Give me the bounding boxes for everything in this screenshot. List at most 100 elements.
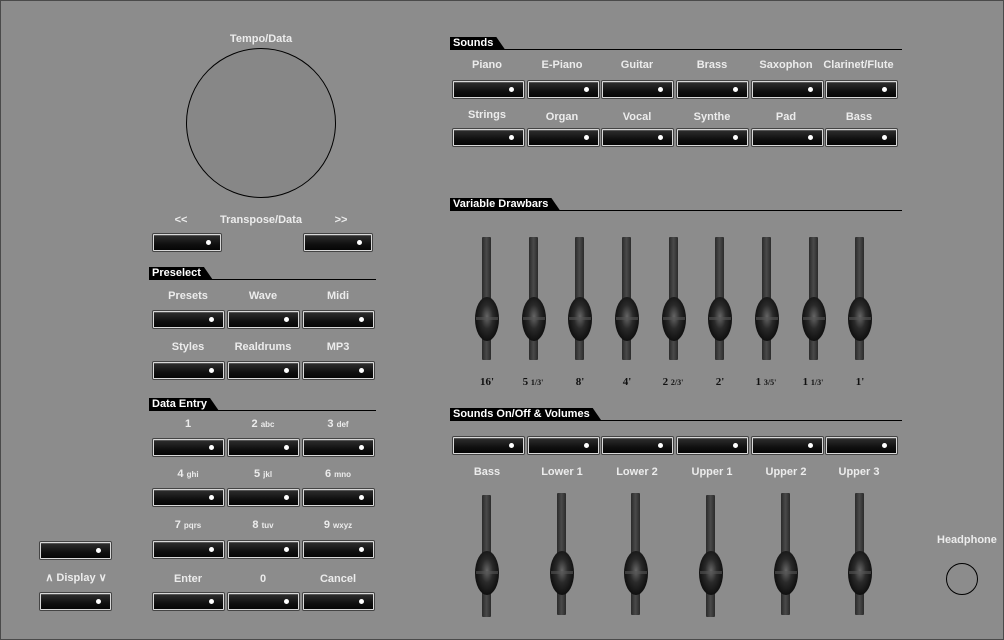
upper-1-volume-label: Upper 1	[691, 466, 733, 478]
led-indicator	[209, 445, 214, 450]
led-indicator	[733, 135, 738, 140]
drawbar-16-knob[interactable]	[475, 297, 499, 341]
piano-button[interactable]	[453, 81, 524, 98]
key-7-label: 7 pqrs	[174, 519, 202, 531]
led-indicator	[284, 599, 289, 604]
drawbar-1-1-3-knob[interactable]	[802, 297, 826, 341]
wave-label: Wave	[248, 290, 278, 302]
drawbar-4-knob[interactable]	[615, 297, 639, 341]
lower-1-on-off-button[interactable]	[528, 437, 599, 454]
led-indicator	[284, 368, 289, 373]
upper-3-volume-label: Upper 3	[838, 466, 880, 478]
upper-2-volume-label: Upper 2	[765, 466, 807, 478]
key-8-button[interactable]	[228, 541, 299, 558]
bass-volume-knob[interactable]	[475, 551, 499, 595]
drawbar-5-1-3-knob[interactable]	[522, 297, 546, 341]
enter-button[interactable]	[153, 593, 224, 610]
mp3-button[interactable]	[303, 362, 374, 379]
cancel-button[interactable]	[303, 593, 374, 610]
brass-button[interactable]	[677, 81, 748, 98]
pad-button[interactable]	[752, 129, 823, 146]
upper-1-on-off-button[interactable]	[677, 437, 748, 454]
led-indicator	[584, 135, 589, 140]
bass-sound-label: Bass	[845, 111, 873, 123]
brass-label: Brass	[696, 59, 728, 71]
led-indicator	[284, 495, 289, 500]
drawbar-2-2-3-knob[interactable]	[662, 297, 686, 341]
bass-on-off-button[interactable]	[453, 437, 524, 454]
upper-2-volume-knob[interactable]	[774, 551, 798, 595]
lower-2-on-off-button[interactable]	[602, 437, 673, 454]
led-indicator	[359, 445, 364, 450]
organ-button[interactable]	[528, 129, 599, 146]
mp3-label: MP3	[326, 341, 350, 353]
footage-4-label: 4'	[622, 376, 632, 388]
key-0-button[interactable]	[228, 593, 299, 610]
strings-label: Strings	[468, 109, 506, 121]
synthe-button[interactable]	[677, 129, 748, 146]
key-1-label: 1	[184, 418, 192, 430]
headphone-label: Headphone	[937, 534, 997, 546]
footage-1-1-3-label: 1 1/3'	[802, 376, 824, 388]
key-7-button[interactable]	[153, 541, 224, 558]
key-1-button[interactable]	[153, 439, 224, 456]
presets-label: Presets	[168, 290, 208, 302]
upper-2-on-off-button[interactable]	[752, 437, 823, 454]
transpose-next-label: >>	[334, 214, 348, 226]
lower-1-volume-knob[interactable]	[550, 551, 574, 595]
saxophon-button[interactable]	[752, 81, 823, 98]
drawbar-8-knob[interactable]	[568, 297, 592, 341]
key-2-button[interactable]	[228, 439, 299, 456]
styles-button[interactable]	[153, 362, 224, 379]
key-4-button[interactable]	[153, 489, 224, 506]
e-piano-label: E-Piano	[541, 59, 583, 71]
led-indicator	[359, 495, 364, 500]
saxophon-label: Saxophon	[759, 59, 813, 71]
tempo-data-wheel[interactable]	[186, 48, 336, 198]
key-9-label: 9 wxyz	[323, 519, 353, 531]
drawbar-2-knob[interactable]	[708, 297, 732, 341]
key-9-button[interactable]	[303, 541, 374, 558]
led-indicator	[284, 547, 289, 552]
clarinet-flute-label: Clarinet/Flute	[823, 59, 894, 71]
upper-1-volume-knob[interactable]	[699, 551, 723, 595]
key-6-button[interactable]	[303, 489, 374, 506]
led-indicator	[284, 317, 289, 322]
wave-button[interactable]	[228, 311, 299, 328]
realdrums-button[interactable]	[228, 362, 299, 379]
display-label: ∧ Display ∨	[45, 572, 107, 584]
data-entry-section-header: Data Entry	[149, 398, 376, 415]
key-5-button[interactable]	[228, 489, 299, 506]
clarinet-flute-button[interactable]	[826, 81, 897, 98]
enter-label: Enter	[173, 573, 203, 585]
guitar-button[interactable]	[602, 81, 673, 98]
led-indicator	[808, 87, 813, 92]
control-panel: Tempo/Data << Transpose/Data >> Preselec…	[0, 0, 1004, 640]
drawbar-1-3-5-knob[interactable]	[755, 297, 779, 341]
transpose-label: Transpose/Data	[220, 214, 302, 226]
led-indicator	[882, 87, 887, 92]
upper-3-volume-knob[interactable]	[848, 551, 872, 595]
led-indicator	[509, 87, 514, 92]
midi-button[interactable]	[303, 311, 374, 328]
lower-2-volume-knob[interactable]	[624, 551, 648, 595]
presets-button[interactable]	[153, 311, 224, 328]
led-indicator	[882, 443, 887, 448]
upper-3-on-off-button[interactable]	[826, 437, 897, 454]
key-3-button[interactable]	[303, 439, 374, 456]
e-piano-button[interactable]	[528, 81, 599, 98]
transpose-up-button[interactable]	[304, 234, 372, 251]
display-up-button[interactable]	[40, 542, 111, 559]
led-indicator	[584, 443, 589, 448]
strings-button[interactable]	[453, 129, 524, 146]
bass-sound-button[interactable]	[826, 129, 897, 146]
tempo-data-label: Tempo/Data	[229, 33, 293, 45]
vocal-button[interactable]	[602, 129, 673, 146]
led-indicator	[209, 317, 214, 322]
led-indicator	[882, 135, 887, 140]
transpose-down-button[interactable]	[153, 234, 221, 251]
display-down-button[interactable]	[40, 593, 111, 610]
footage-1-3-5-label: 1 3/5'	[755, 376, 777, 388]
footage-2-label: 2'	[715, 376, 725, 388]
drawbar-1-knob[interactable]	[848, 297, 872, 341]
